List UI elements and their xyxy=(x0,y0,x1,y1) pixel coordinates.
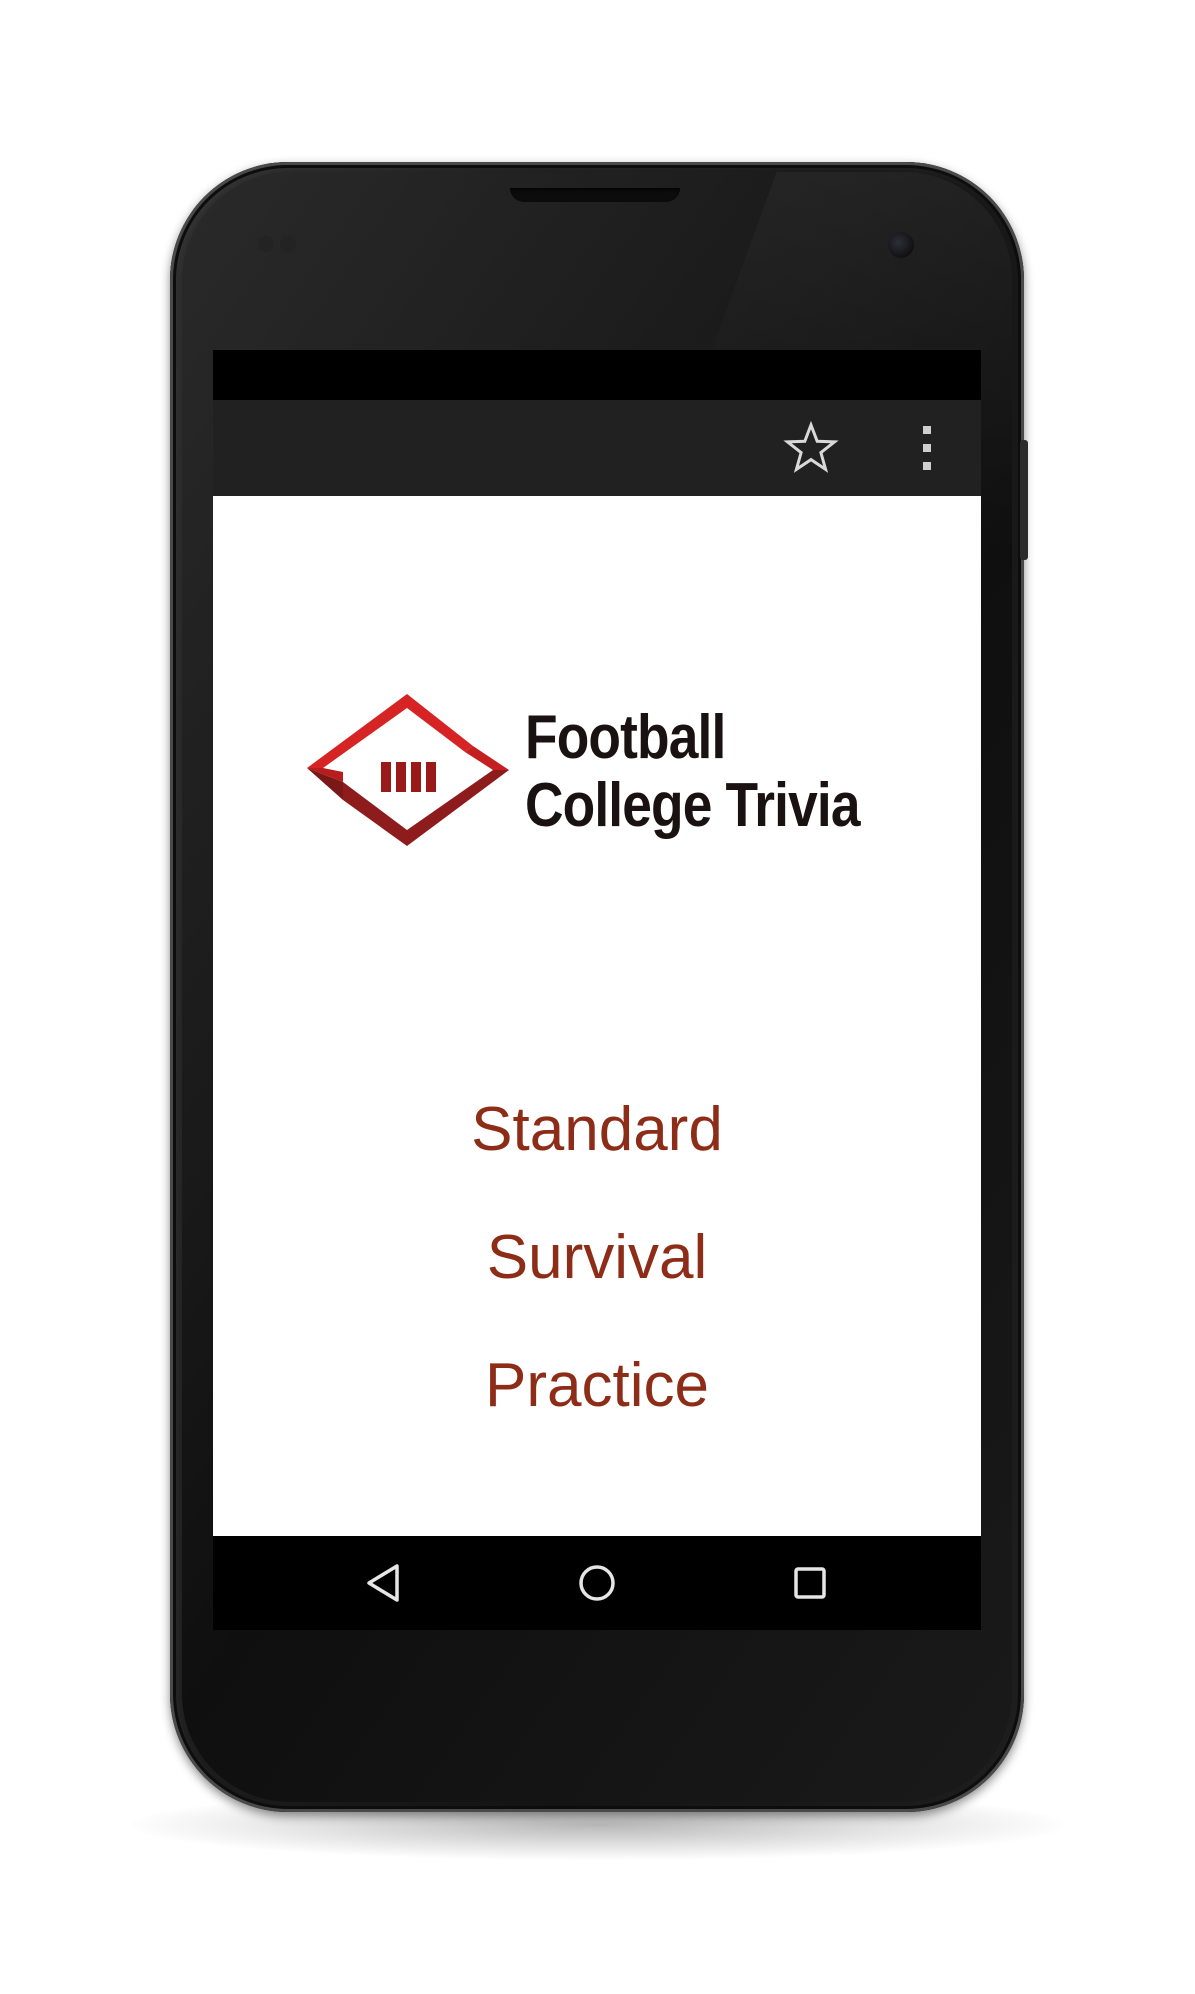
menu-item-practice[interactable]: Practice xyxy=(213,1322,981,1450)
back-triangle-icon[interactable] xyxy=(359,1558,409,1608)
navigation-bar xyxy=(213,1536,981,1630)
football-stadium-logo-icon xyxy=(303,690,511,850)
action-bar xyxy=(213,400,981,496)
status-bar xyxy=(213,350,981,400)
device-mockup-stage: Football College Trivia Standard Surviva… xyxy=(0,0,1195,1994)
game-mode-menu: Standard Survival Practice xyxy=(213,1066,981,1450)
app-screen: Football College Trivia Standard Surviva… xyxy=(213,350,981,1630)
recents-square-icon[interactable] xyxy=(785,1558,835,1608)
earpiece-speaker xyxy=(510,188,680,202)
power-button xyxy=(1020,440,1028,560)
overflow-menu-icon[interactable] xyxy=(913,422,941,474)
menu-item-standard[interactable]: Standard xyxy=(213,1066,981,1194)
proximity-sensor xyxy=(258,236,302,252)
app-title-line2: College Trivia xyxy=(525,771,861,840)
home-circle-icon[interactable] xyxy=(572,1558,622,1608)
menu-item-survival[interactable]: Survival xyxy=(213,1194,981,1322)
app-title-line1: Football xyxy=(525,703,726,772)
main-content: Football College Trivia Standard Surviva… xyxy=(213,496,981,1536)
star-outline-icon[interactable] xyxy=(783,420,839,476)
front-camera xyxy=(888,232,914,258)
app-logo-title: Football College Trivia xyxy=(525,703,861,840)
